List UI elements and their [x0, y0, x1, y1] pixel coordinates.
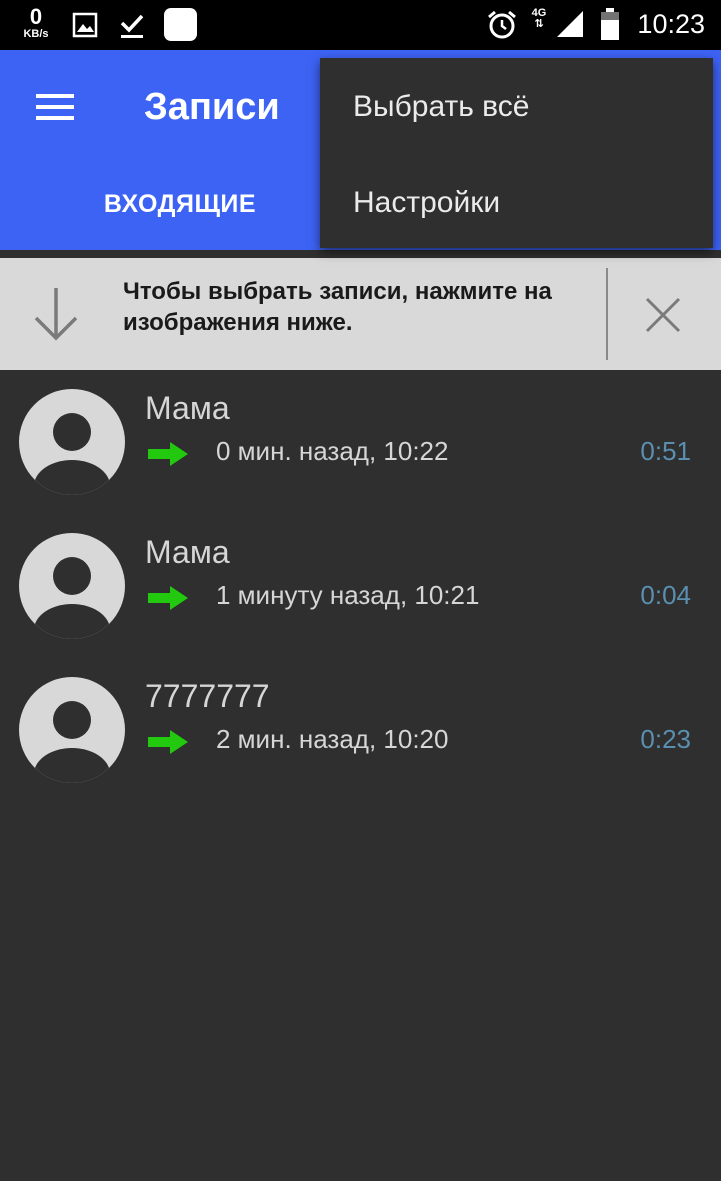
- hint-divider: [606, 268, 608, 360]
- avatar-icon[interactable]: [18, 676, 126, 784]
- avatar-icon[interactable]: [18, 532, 126, 640]
- check-icon: [120, 14, 144, 38]
- battery-icon: [601, 8, 619, 40]
- contact-name: Мама: [145, 390, 230, 426]
- call-time: 0 мин. назад, 10:22: [216, 436, 449, 466]
- status-bar: 0 KB/s 4G ⇅ 10:23: [0, 0, 721, 50]
- network-speed-value: 0: [29, 4, 43, 29]
- page-title: Записи: [144, 86, 280, 128]
- hamburger-menu-icon[interactable]: [36, 94, 76, 124]
- close-icon[interactable]: [644, 296, 682, 334]
- menu-item-settings[interactable]: Настройки: [353, 186, 500, 220]
- outgoing-arrow-icon: [148, 730, 188, 754]
- call-duration: 0:51: [640, 436, 691, 466]
- status-time: 10:23: [637, 9, 705, 39]
- arrow-down-icon: [34, 288, 78, 341]
- overflow-menu: Выбрать всё Настройки: [320, 58, 713, 248]
- screen: 0 KB/s 4G ⇅ 10:23 Записи ВХОДЯЩИЕ Чтобы …: [0, 0, 721, 1181]
- hint-text: Чтобы выбрать записи, нажмите на изображ…: [123, 278, 552, 336]
- contact-name: 7777777: [145, 678, 270, 714]
- app-square-icon: [164, 8, 197, 41]
- call-row[interactable]: Мама 1 минуту назад, 10:21 0:04: [0, 514, 721, 658]
- outgoing-arrow-icon: [148, 586, 188, 610]
- network-speed-unit: KB/s: [23, 28, 49, 40]
- signal-icon: [557, 11, 583, 37]
- hint-banner: Чтобы выбрать записи, нажмите на изображ…: [0, 258, 721, 370]
- network-speed: 0 KB/s: [16, 6, 56, 40]
- alarm-icon: [488, 10, 516, 39]
- network-type: 4G ⇅: [531, 7, 547, 30]
- tab-incoming[interactable]: ВХОДЯЩИЕ: [0, 190, 360, 246]
- call-duration: 0:04: [640, 580, 691, 610]
- image-icon: [72, 12, 98, 38]
- outgoing-arrow-icon: [148, 442, 188, 466]
- call-duration: 0:23: [640, 724, 691, 754]
- menu-item-select-all[interactable]: Выбрать всё: [353, 90, 529, 124]
- call-row[interactable]: 7777777 2 мин. назад, 10:20 0:23: [0, 658, 721, 802]
- call-row[interactable]: Мама 0 мин. назад, 10:22 0:51: [0, 370, 721, 514]
- call-time: 1 минуту назад, 10:21: [216, 580, 480, 610]
- avatar-icon[interactable]: [18, 388, 126, 496]
- tab-incoming-label: ВХОДЯЩИЕ: [103, 190, 257, 218]
- contact-name: Мама: [145, 534, 230, 570]
- call-time: 2 мин. назад, 10:20: [216, 724, 449, 754]
